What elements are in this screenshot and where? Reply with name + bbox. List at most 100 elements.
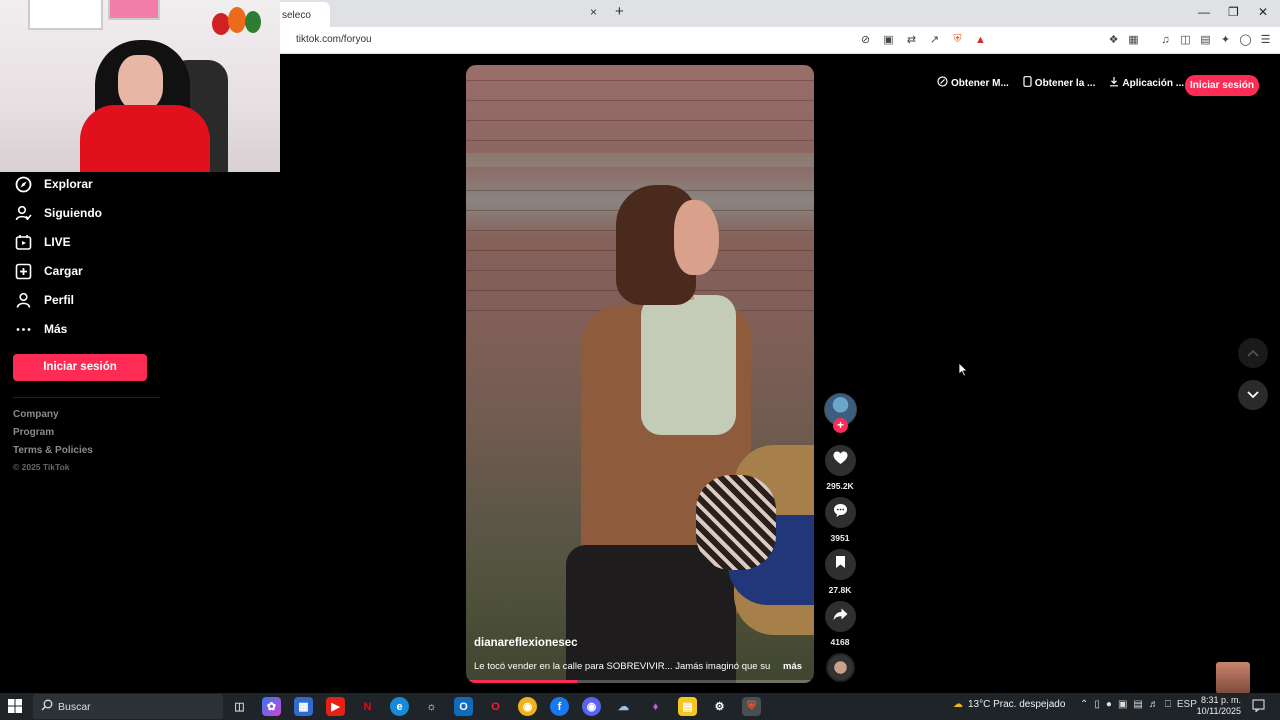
comment-icon	[833, 503, 848, 523]
outlook-icon[interactable]: O	[454, 697, 473, 716]
bluesky-icon[interactable]: ☼	[422, 697, 441, 716]
close-window-icon[interactable]: ✕	[1258, 5, 1268, 19]
opera-icon[interactable]: O	[486, 697, 505, 716]
corner-webcam	[1216, 662, 1250, 694]
language-indicator[interactable]: ESP	[1177, 699, 1197, 710]
desktop-app-link[interactable]: Aplicación ...	[1109, 76, 1184, 90]
weather-text: 13°C Prac. despejado	[968, 699, 1066, 710]
app-icon[interactable]: ♦	[646, 697, 665, 716]
translate-icon[interactable]: ⇄	[904, 32, 919, 47]
sidebar-item-profile[interactable]: Perfil	[14, 290, 74, 310]
next-video-button[interactable]	[1238, 380, 1268, 410]
video-progress-bar[interactable]	[466, 680, 814, 683]
clock[interactable]: 8:31 p. m. 10/11/2025	[1196, 695, 1241, 717]
login-button[interactable]: Iniciar sesión	[13, 354, 147, 381]
footer-link-terms[interactable]: Terms & Policies	[13, 445, 93, 456]
file-explorer-icon[interactable]: ▤	[678, 697, 697, 716]
edge-icon[interactable]: e	[390, 697, 409, 716]
minimize-icon[interactable]: —	[1198, 5, 1210, 19]
comment-button[interactable]	[825, 497, 856, 528]
windows-start-icon[interactable]	[8, 699, 22, 718]
comment-count: 3951	[830, 533, 850, 543]
sidebar-item-following[interactable]: Siguiendo	[14, 203, 102, 223]
sidebar-item-live[interactable]: LIVE	[14, 232, 71, 252]
steam-icon[interactable]: ⚙	[710, 697, 729, 716]
chevron-up-icon	[1247, 344, 1259, 362]
chrome-icon[interactable]: ◉	[518, 697, 537, 716]
vpn-icon[interactable]: ◯	[1238, 32, 1253, 47]
taskbar-search[interactable]: Buscar	[33, 694, 223, 719]
taskbar-apps: ◫ ✿ ▦ ▶ N e ☼ O O ◉ f ◉ ☁ ♦ ▤ ⚙ ⛨	[230, 697, 761, 716]
profile-icon	[14, 291, 32, 309]
share-button[interactable]	[825, 601, 856, 632]
copilot-icon[interactable]: ✿	[262, 697, 281, 716]
wallet-icon[interactable]: ▤	[1198, 32, 1213, 47]
chevron-up-icon[interactable]: ⌃	[1080, 699, 1088, 710]
no-video-icon[interactable]: ⊘	[858, 32, 873, 47]
header-login-button[interactable]: Iniciar sesión	[1185, 75, 1259, 96]
chevron-down-icon	[1247, 386, 1259, 404]
menu-icon[interactable]: ☰	[1258, 32, 1273, 47]
footer-link-program[interactable]: Program	[13, 427, 54, 438]
task-view-icon[interactable]: ◫	[230, 697, 249, 716]
facebook-icon[interactable]: f	[550, 697, 569, 716]
brave-icon[interactable]: ⛨	[742, 697, 761, 716]
network-icon[interactable]: ▤	[1133, 699, 1142, 710]
rewards-icon[interactable]: ▲	[973, 32, 988, 47]
microphone-icon[interactable]: ●	[1106, 699, 1112, 710]
sidebar-item-label: Perfil	[44, 293, 75, 307]
netflix-icon[interactable]: N	[358, 697, 377, 716]
camera-icon[interactable]: ▣	[1118, 699, 1127, 710]
restore-icon[interactable]: ❐	[1228, 5, 1239, 19]
share-icon[interactable]: ↗	[927, 32, 942, 47]
media-icon[interactable]: ♫	[1158, 32, 1173, 47]
video-progress-fill	[466, 680, 578, 683]
follow-button[interactable]: +	[833, 418, 848, 433]
ai-icon[interactable]: ✦	[1218, 32, 1233, 47]
get-app-label: Obtener la ...	[1034, 77, 1096, 89]
screenshot-icon[interactable]: ▦	[1126, 32, 1141, 47]
get-app-link[interactable]: Obtener la ...	[1023, 76, 1096, 90]
store-icon[interactable]: ▦	[294, 697, 313, 716]
share-count: 4168	[830, 637, 850, 647]
sidebar-item-label: Más	[44, 322, 68, 336]
footer-link-company[interactable]: Company	[13, 409, 59, 420]
shield-icon[interactable]: ⛨	[950, 32, 965, 47]
clock-date: 10/11/2025	[1196, 706, 1241, 716]
heart-icon	[833, 451, 848, 470]
sidebar-icon[interactable]: ◫	[1178, 32, 1193, 47]
like-button[interactable]	[825, 445, 856, 476]
get-coins-label: Obtener M...	[951, 77, 1009, 89]
sidebar-item-explore[interactable]: Explorar	[14, 174, 93, 194]
caption-more-link[interactable]: más	[783, 661, 802, 672]
youtube-icon[interactable]: ▶	[326, 697, 345, 716]
url-field[interactable]: tiktok.com/foryou	[296, 34, 372, 45]
video-player[interactable]: dianareflexionesec Le tocó vender en la …	[466, 65, 814, 683]
upload-icon	[14, 262, 32, 280]
extensions-icon[interactable]: ❖	[1106, 32, 1121, 47]
get-coins-link[interactable]: Obtener M...	[937, 76, 1009, 90]
discord-icon[interactable]: ◉	[582, 697, 601, 716]
notification-icon[interactable]	[1252, 699, 1265, 717]
browser-tab-bar: seleco × + — ❐ ✕	[280, 0, 1280, 27]
save-button[interactable]	[825, 549, 856, 580]
sidebar-item-upload[interactable]: Cargar	[14, 261, 83, 281]
app-icon[interactable]: ☁	[614, 697, 633, 716]
usb-icon[interactable]: ⎕	[1165, 699, 1171, 710]
new-tab-button[interactable]: +	[615, 3, 624, 20]
close-tab-icon[interactable]: ×	[590, 5, 597, 19]
music-disc-icon[interactable]	[826, 653, 855, 682]
browser-tab[interactable]: seleco	[280, 2, 330, 27]
battery-icon[interactable]: ▯	[1094, 699, 1100, 710]
sidebar-item-more[interactable]: Más	[14, 319, 67, 339]
taskbar: Buscar ◫ ✿ ▦ ▶ N e ☼ O O ◉ f ◉ ☁ ♦ ▤ ⚙ ⛨…	[0, 693, 1280, 720]
cast-icon[interactable]: ▣	[881, 32, 896, 47]
video-username[interactable]: dianareflexionesec	[474, 637, 578, 649]
weather-widget[interactable]: ☁ 13°C Prac. despejado	[953, 699, 1065, 710]
previous-video-button[interactable]	[1238, 338, 1268, 368]
system-tray: ⌃ ▯ ● ▣ ▤ ♬ ⎕ ESP	[1080, 699, 1197, 710]
woven-bag	[696, 475, 776, 570]
volume-icon[interactable]: ♬	[1149, 699, 1159, 710]
plush-toys	[210, 5, 270, 40]
sidebar-item-label: Explorar	[44, 177, 93, 191]
